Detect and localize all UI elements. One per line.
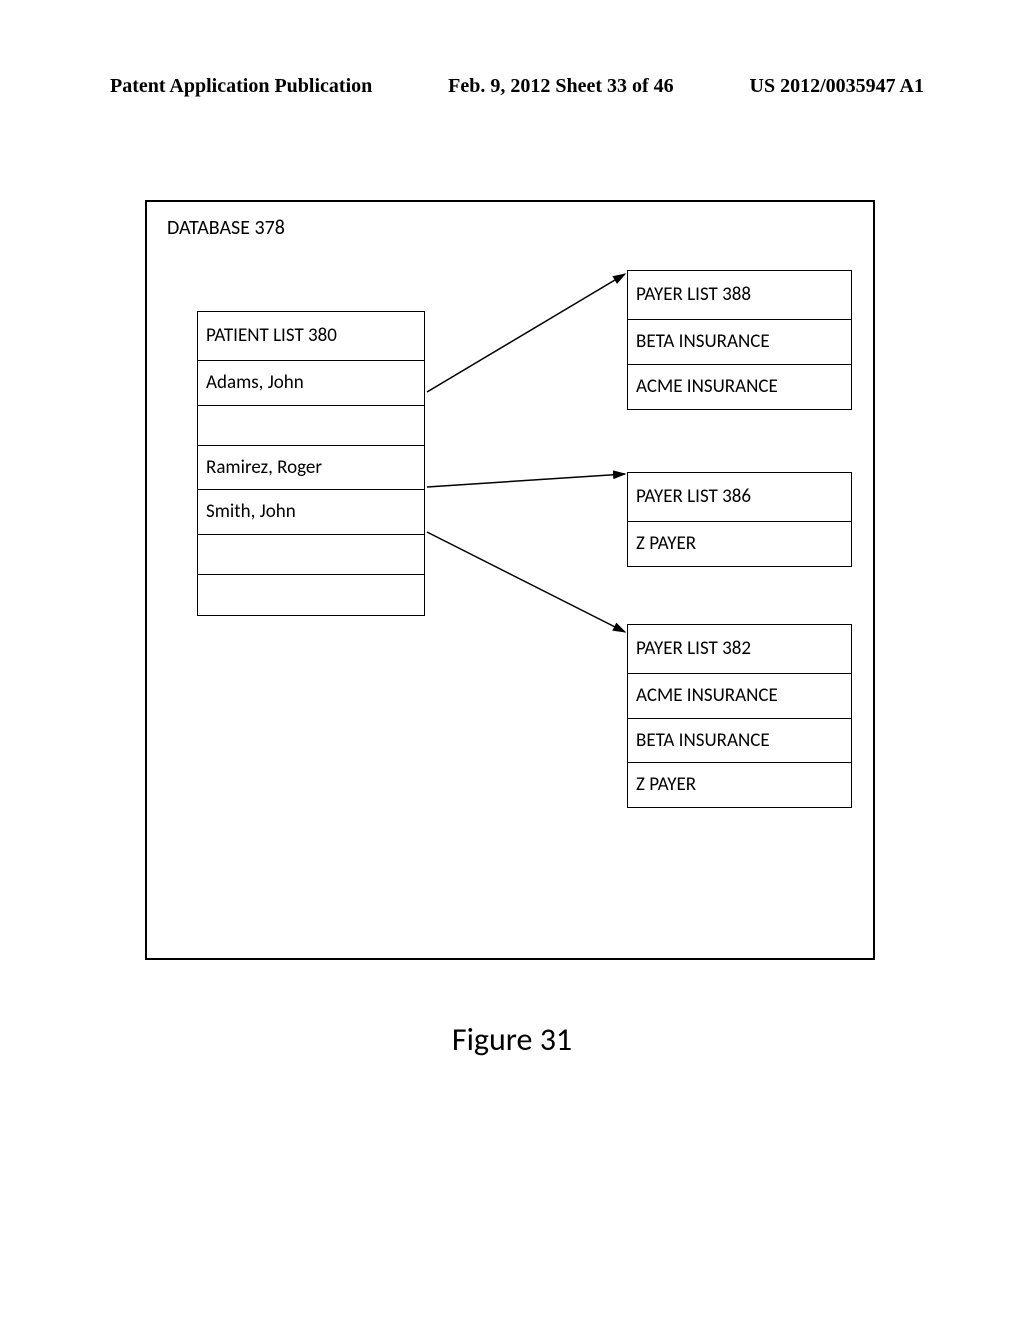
list-item bbox=[198, 575, 424, 615]
list-item: Z PAYER bbox=[628, 522, 851, 566]
figure-caption: Figure 31 bbox=[0, 1020, 1024, 1059]
page-header: Patent Application Publication Feb. 9, 2… bbox=[0, 75, 1024, 98]
list-item: Smith, John bbox=[198, 490, 424, 535]
list-item bbox=[198, 406, 424, 446]
payer-list-382-title: PAYER LIST 382 bbox=[628, 625, 851, 674]
database-title: DATABASE 378 bbox=[167, 216, 285, 240]
list-item: Adams, John bbox=[198, 361, 424, 406]
payer-list-382-box: PAYER LIST 382 ACME INSURANCE BETA INSUR… bbox=[627, 624, 852, 808]
list-item: ACME INSURANCE bbox=[628, 365, 851, 409]
payer-list-386-box: PAYER LIST 386 Z PAYER bbox=[627, 472, 852, 567]
header-right: US 2012/0035947 A1 bbox=[750, 75, 924, 98]
database-box: DATABASE 378 PATIENT LIST 380 Adams, Joh… bbox=[145, 200, 875, 960]
list-item: BETA INSURANCE bbox=[628, 719, 851, 764]
patient-list-title: PATIENT LIST 380 bbox=[198, 312, 424, 361]
payer-list-388-title: PAYER LIST 388 bbox=[628, 271, 851, 320]
list-item: BETA INSURANCE bbox=[628, 320, 851, 365]
list-item: Z PAYER bbox=[628, 763, 851, 807]
list-item: Ramirez, Roger bbox=[198, 446, 424, 491]
list-item bbox=[198, 535, 424, 575]
header-center: Feb. 9, 2012 Sheet 33 of 46 bbox=[448, 75, 674, 98]
list-item: ACME INSURANCE bbox=[628, 674, 851, 719]
payer-list-386-title: PAYER LIST 386 bbox=[628, 473, 851, 522]
header-left: Patent Application Publication bbox=[110, 75, 372, 98]
patient-list-box: PATIENT LIST 380 Adams, John Ramirez, Ro… bbox=[197, 311, 425, 616]
payer-list-388-box: PAYER LIST 388 BETA INSURANCE ACME INSUR… bbox=[627, 270, 852, 410]
